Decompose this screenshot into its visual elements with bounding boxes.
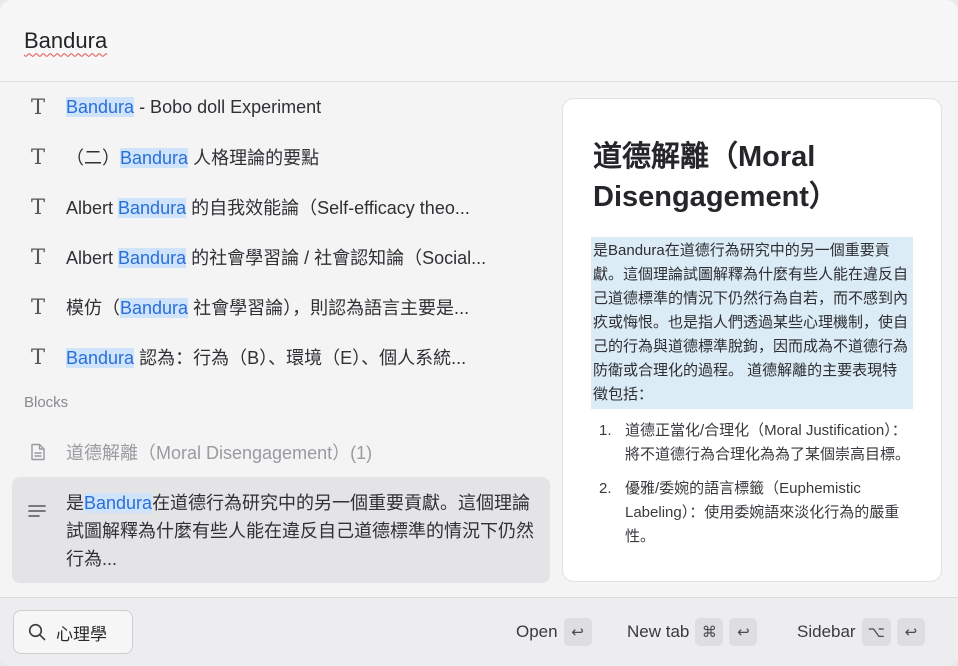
document-icon	[28, 443, 48, 461]
return-key-icon: ↩	[896, 618, 925, 646]
return-key-icon: ↩	[563, 618, 592, 646]
search-bar[interactable]: Bandura	[0, 0, 958, 82]
search-icon	[28, 623, 46, 641]
page-result-label: 道德解離（Moral Disengagement）(1)	[66, 443, 373, 463]
result-label: Bandura - Bobo doll Experiment	[66, 96, 322, 117]
return-key-icon: ↩	[729, 618, 758, 646]
page-result-item[interactable]: 道德解離（Moral Disengagement）(1)	[12, 427, 550, 477]
search-window: Bandura T Bandura - Bobo doll Experiment…	[0, 0, 958, 666]
block-result-item-selected[interactable]: 是Bandura在道德行為研究中的另一個重要貢獻。這個理論試圖解釋為什麼有些人能…	[12, 477, 550, 583]
block-result-text: 是Bandura在道德行為研究中的另一個重要貢獻。這個理論試圖解釋為什麼有些人能…	[66, 493, 534, 569]
result-item-6[interactable]: T Bandura 認為：行為（B）、環境（E）、個人系統...	[12, 332, 550, 382]
text-block-icon: T	[30, 95, 45, 119]
text-block-icon: T	[30, 195, 45, 219]
option-key-icon: ⌥	[861, 618, 891, 646]
result-label: Albert Bandura 的自我效能論（Self-efficacy theo…	[66, 198, 470, 218]
new-tab-action[interactable]: New tab ⌘ ↩	[627, 618, 758, 646]
open-action[interactable]: Open ↩	[516, 618, 592, 646]
result-label: （二）Bandura 人格理論的要點	[66, 148, 320, 168]
result-item-5[interactable]: T 模仿（Bandura 社會學習論），則認為語言主要是...	[12, 282, 550, 332]
preview-highlighted-paragraph: 是Bandura在道德行為研究中的另一個重要貢獻。這個理論試圖解釋為什麼有些人能…	[591, 237, 913, 409]
preview-list-item: 2. 優雅/委婉的語言標籤（Euphemistic Labeling）：使用委婉…	[599, 480, 900, 545]
preview-list-item: 1. 道德正當化/合理化（Moral Justification）：將不道德行為…	[599, 422, 911, 463]
result-item-4[interactable]: T Albert Bandura 的社會學習論 / 社會認知論（Social..…	[12, 232, 550, 282]
result-item-2[interactable]: T （二）Bandura 人格理論的要點	[12, 132, 550, 182]
search-input[interactable]: Bandura	[24, 28, 107, 54]
result-item-3[interactable]: T Albert Bandura 的自我效能論（Self-efficacy th…	[12, 182, 550, 232]
result-label: Albert Bandura 的社會學習論 / 社會認知論（Social...	[66, 248, 487, 268]
result-item-1[interactable]: T Bandura - Bobo doll Experiment	[12, 82, 550, 132]
command-key-icon: ⌘	[695, 618, 724, 646]
preview-list: 1. 道德正當化/合理化（Moral Justification）：將不道德行為…	[593, 419, 911, 549]
filter-button[interactable]: 心理學	[13, 610, 133, 654]
footer-bar: 心理學 Open ↩ New tab ⌘ ↩ Sidebar ⌥ ↩	[0, 597, 958, 666]
blocks-section-label: Blocks	[24, 394, 69, 411]
text-block-icon: T	[30, 295, 45, 319]
text-block-icon: T	[30, 145, 45, 169]
sidebar-action[interactable]: Sidebar ⌥ ↩	[797, 618, 925, 646]
preview-title: 道德解離（Moral Disengagement）	[593, 141, 838, 213]
text-block-icon: T	[30, 245, 45, 269]
text-block-icon: T	[30, 345, 45, 369]
preview-panel: 道德解離（Moral Disengagement） 是Bandura在道德行為研…	[562, 98, 942, 582]
paragraph-icon	[28, 489, 48, 571]
result-label: Bandura 認為：行為（B）、環境（E）、個人系統...	[66, 348, 467, 368]
result-label: 模仿（Bandura 社會學習論），則認為語言主要是...	[66, 298, 470, 318]
filter-label: 心理學	[56, 624, 107, 644]
